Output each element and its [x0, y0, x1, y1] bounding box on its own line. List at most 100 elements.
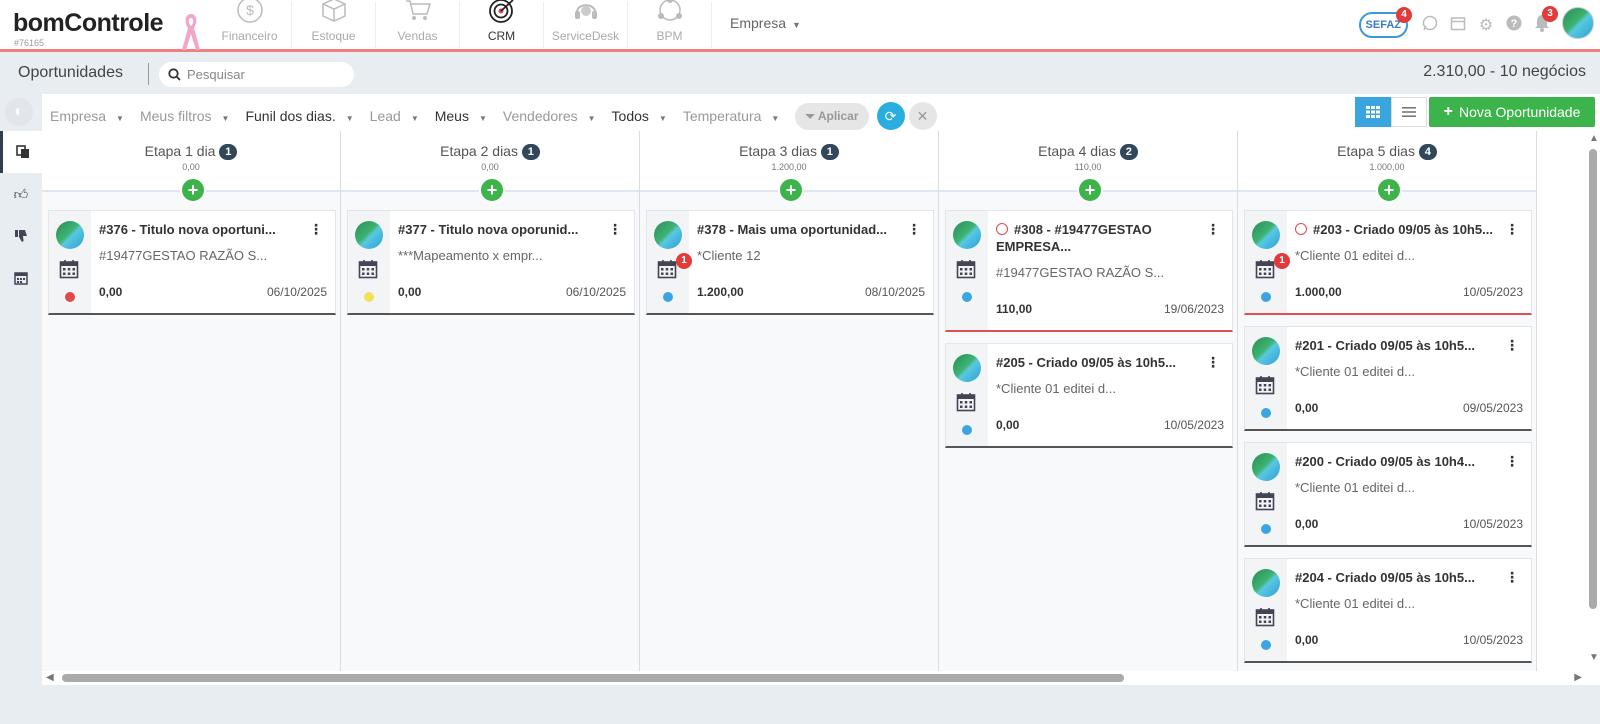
- column-title-row: Etapa 3 dias 1: [640, 131, 938, 160]
- list-view-button[interactable]: [1391, 97, 1427, 127]
- more-options-icon[interactable]: ⋮: [1206, 354, 1220, 371]
- more-options-icon[interactable]: ⋮: [1505, 221, 1519, 238]
- plus-icon: +: [187, 180, 199, 200]
- opportunity-card[interactable]: #200 - Criado 09/05 às 10h4... ⋮ *Cliente …: [1244, 442, 1532, 547]
- calendar-icon[interactable]: [1255, 491, 1275, 516]
- sidebar-item-open[interactable]: [0, 131, 42, 173]
- add-card-button[interactable]: +: [479, 177, 505, 203]
- help-icon[interactable]: ?: [1500, 15, 1528, 36]
- scroll-right-icon[interactable]: ▶: [1574, 672, 1582, 683]
- card-body: #205 - Criado 09/05 às 10h5... ⋮ *Cliente …: [988, 344, 1232, 446]
- more-options-icon[interactable]: ⋮: [1206, 221, 1220, 238]
- scroll-left-icon[interactable]: ◀: [46, 672, 54, 683]
- scroll-down-icon[interactable]: ▼: [1589, 652, 1599, 663]
- filter-meus-filtros[interactable]: Meus filtros ▼: [140, 108, 230, 124]
- opportunity-card[interactable]: #201 - Criado 09/05 às 10h5... ⋮ *Cliente …: [1244, 326, 1532, 431]
- opportunity-card[interactable]: #308 - #19477GESTAO EMPRESA... ⋮ #19477GES…: [945, 210, 1233, 332]
- alarm-clock-icon: [1295, 223, 1307, 235]
- avatar: [56, 221, 84, 249]
- card-side: [1245, 559, 1287, 661]
- card-title-text: #201 - Criado 09/05 às 10h5...: [1295, 338, 1475, 353]
- refresh-button[interactable]: ⟳: [876, 102, 905, 130]
- module-servicedesk[interactable]: ServiceDesk: [544, 2, 628, 48]
- calendar-icon[interactable]: [1255, 607, 1275, 632]
- filter-vendedores[interactable]: Vendedores ▼: [503, 108, 596, 124]
- company-dropdown[interactable]: Empresa ▼: [730, 15, 801, 31]
- vertical-scrollbar[interactable]: ▲ ▼: [1586, 131, 1600, 671]
- opportunity-card[interactable]: #376 - Titulo nova oportuni... ⋮ #19477GES…: [48, 210, 336, 315]
- calendar-icon[interactable]: [956, 392, 976, 417]
- filter-meus[interactable]: Meus ▼: [435, 108, 487, 124]
- filter-todos[interactable]: Todos ▼: [612, 108, 667, 124]
- module-crm[interactable]: CRM: [460, 0, 544, 48]
- module-vendas[interactable]: Vendas: [376, 0, 460, 48]
- bell-icon[interactable]: 3: [1528, 5, 1558, 37]
- opportunity-card[interactable]: 1 #378 - Mais uma oportunidad... ⋮ *Cliente…: [646, 210, 934, 315]
- opportunity-card[interactable]: #205 - Criado 09/05 às 10h5... ⋮ *Cliente …: [945, 343, 1233, 448]
- horizontal-scroll-thumb[interactable]: [62, 674, 1124, 682]
- kanban-view-button[interactable]: [1355, 97, 1391, 127]
- calendar-icon[interactable]: [1444, 15, 1472, 36]
- whatsapp-icon[interactable]: [1416, 15, 1444, 36]
- sidebar-item-calendar[interactable]: [0, 257, 42, 299]
- top-right-icons: SEFAZ 4 ⚙ ? 3: [1358, 5, 1600, 44]
- column-total: 1.200,00: [771, 162, 807, 172]
- vertical-scroll-thumb[interactable]: [1589, 149, 1597, 609]
- grid-icon: [1366, 106, 1380, 118]
- sefaz-button[interactable]: SEFAZ 4: [1358, 7, 1412, 38]
- card-body: #377 - Titulo nova oporunid... ⋮ ***Mapeam…: [390, 211, 634, 313]
- card-date: 10/05/2023: [1163, 418, 1224, 432]
- more-options-icon[interactable]: ⋮: [1505, 337, 1519, 354]
- sidebar-item-won[interactable]: 👍︎: [0, 173, 42, 215]
- card-list: 1 #203 - Criado 09/05 às 10h5... ⋮ *Cliente…: [1244, 210, 1532, 671]
- filter-temperatura[interactable]: Temperatura ▼: [683, 108, 780, 124]
- calendar-icon[interactable]: [1255, 375, 1275, 400]
- filter-label: Todos: [611, 108, 649, 124]
- calendar-icon[interactable]: [956, 259, 976, 284]
- card-list: #376 - Titulo nova oportuni... ⋮ #19477GES…: [48, 210, 336, 326]
- calendar-icon[interactable]: [59, 259, 79, 284]
- horizontal-scrollbar[interactable]: ◀ ▶: [42, 671, 1600, 685]
- add-card-button[interactable]: +: [180, 177, 206, 203]
- filter-funil-dos-dias[interactable]: Funil dos dias. ▼: [245, 108, 353, 124]
- search-input[interactable]: Pesquisar: [159, 62, 354, 87]
- calendar-icon[interactable]: [358, 259, 378, 284]
- sidebar-item-lost[interactable]: [0, 215, 42, 257]
- opportunity-card[interactable]: #204 - Criado 09/05 às 10h5... ⋮ *Cliente …: [1244, 558, 1532, 663]
- user-avatar-button[interactable]: [1556, 6, 1600, 44]
- module-bpm[interactable]: BPM: [628, 0, 712, 48]
- add-card-button[interactable]: +: [778, 177, 804, 203]
- app-logo[interactable]: bomControle: [13, 9, 164, 38]
- apply-filters-button[interactable]: ⏷ Aplicar: [795, 102, 869, 130]
- clear-filters-button[interactable]: ✕: [908, 102, 937, 130]
- temperature-dot: [364, 292, 374, 302]
- close-icon: ✕: [916, 108, 929, 124]
- card-date: 10/05/2023: [1462, 633, 1523, 647]
- opportunity-card[interactable]: #377 - Titulo nova oporunid... ⋮ ***Mapeam…: [347, 210, 635, 315]
- calendar-icon[interactable]: [1255, 259, 1275, 284]
- filter-empresa[interactable]: Empresa ▼: [50, 108, 124, 124]
- add-card-button[interactable]: +: [1077, 177, 1103, 203]
- copy-document-icon: [15, 145, 29, 158]
- calendar-icon[interactable]: [657, 259, 677, 284]
- add-card-button[interactable]: +: [1376, 177, 1402, 203]
- back-button[interactable]: ◐: [5, 98, 33, 126]
- more-options-icon[interactable]: ⋮: [309, 221, 323, 238]
- filter-lead[interactable]: Lead ▼: [370, 108, 419, 124]
- new-opportunity-button[interactable]: + Nova Oportunidade: [1429, 97, 1595, 127]
- plus-icon: +: [1383, 180, 1395, 200]
- kanban-board: Etapa 1 dia 1 0,00 + #376 - Titulo nova opo…: [42, 131, 1600, 671]
- opportunity-card[interactable]: 1 #203 - Criado 09/05 às 10h5... ⋮ *Cliente…: [1244, 210, 1532, 315]
- more-options-icon[interactable]: ⋮: [1505, 453, 1519, 470]
- scroll-up-icon[interactable]: ▲: [1589, 133, 1599, 144]
- more-options-icon[interactable]: ⋮: [608, 221, 622, 238]
- column-total: 0,00: [182, 162, 200, 172]
- more-options-icon[interactable]: ⋮: [907, 221, 921, 238]
- card-side: [348, 211, 390, 313]
- card-title-text: #376 - Titulo nova oportuni...: [99, 222, 276, 237]
- module-financeiro[interactable]: $ Financeiro: [208, 0, 292, 48]
- card-client: *Cliente 01 editei d...: [996, 381, 1116, 396]
- gear-icon[interactable]: ⚙: [1472, 15, 1500, 35]
- module-estoque[interactable]: Estoque: [292, 0, 376, 48]
- more-options-icon[interactable]: ⋮: [1505, 569, 1519, 586]
